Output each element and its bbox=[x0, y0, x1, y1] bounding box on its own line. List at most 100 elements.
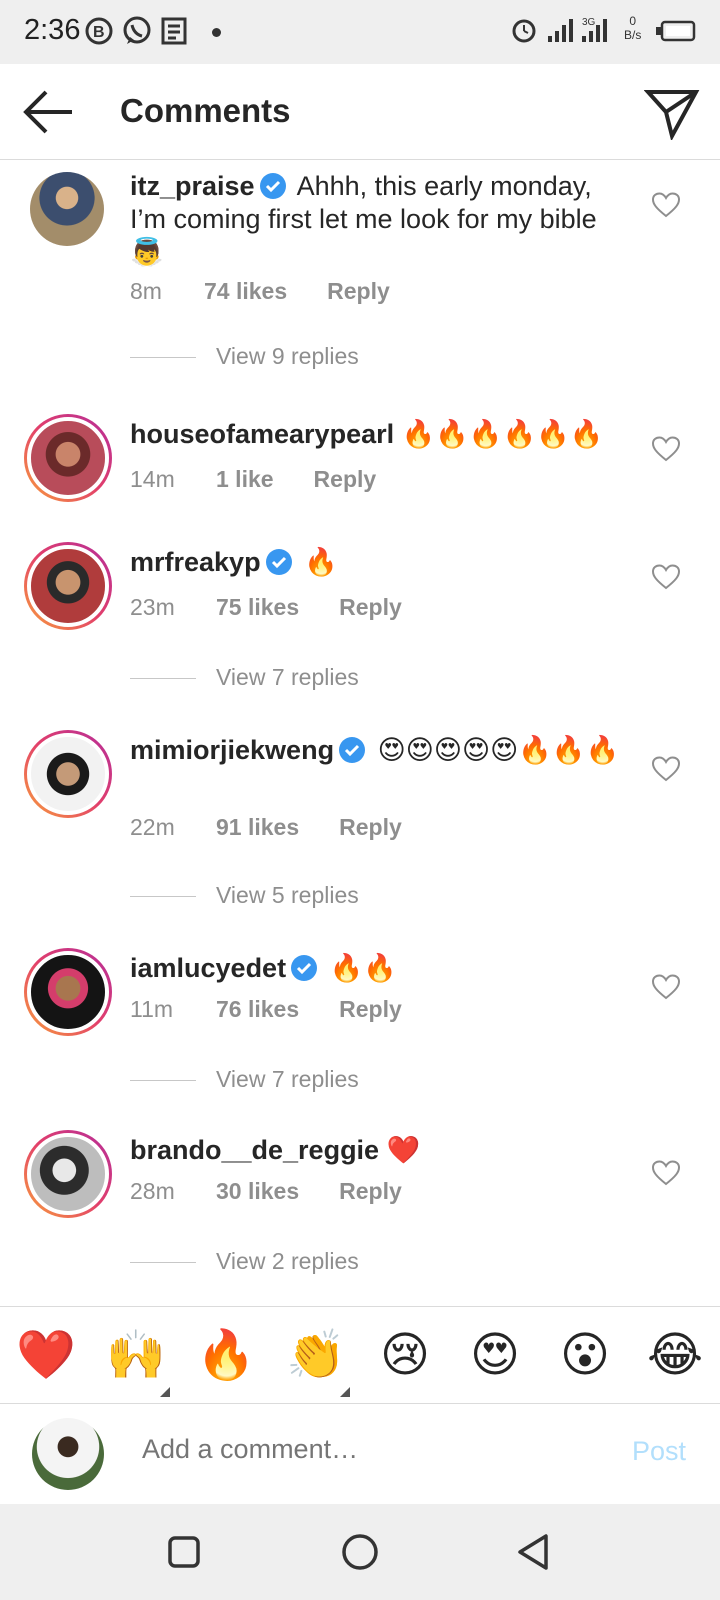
replies-divider bbox=[130, 1262, 196, 1264]
comment-text: 🔥🔥 bbox=[329, 953, 397, 983]
comment-text: 🔥 bbox=[304, 547, 338, 577]
comment-meta: 11m 76 likes Reply bbox=[130, 996, 402, 1023]
comment-item: mimiorjiekweng 😍😍😍😍😍🔥🔥🔥 22m 91 likes Reply… bbox=[0, 726, 720, 916]
replies-divider bbox=[130, 896, 196, 898]
comment-time: 8m bbox=[130, 278, 162, 304]
comment-likes[interactable]: 30 likes bbox=[216, 1178, 299, 1205]
svg-text:B: B bbox=[93, 24, 105, 41]
avatar[interactable] bbox=[24, 730, 112, 818]
heart-icon[interactable] bbox=[652, 756, 680, 782]
comment-input[interactable] bbox=[142, 1434, 582, 1465]
emoji-raised-hands[interactable]: 🙌 bbox=[106, 1327, 166, 1385]
view-replies-button[interactable]: View 7 replies bbox=[130, 664, 359, 691]
emoji-heart-eyes[interactable]: 😍 bbox=[466, 1327, 524, 1385]
comment-likes[interactable]: 76 likes bbox=[216, 996, 299, 1023]
emoji-bar: ❤️ 🙌 🔥 👏 😢 😍 😮 😂 bbox=[0, 1306, 720, 1404]
view-replies-label: View 7 replies bbox=[216, 664, 359, 690]
reply-button[interactable]: Reply bbox=[339, 814, 402, 841]
arrow-left-icon[interactable] bbox=[20, 88, 76, 136]
comment-time: 14m bbox=[130, 466, 175, 492]
back-nav-icon[interactable] bbox=[514, 1532, 554, 1572]
comment-username[interactable]: itz_praise bbox=[130, 171, 255, 201]
comment-item: houseofamearypearl 🔥🔥🔥🔥🔥🔥 14m 1 like Reply bbox=[0, 410, 720, 510]
heart-icon[interactable] bbox=[652, 436, 680, 462]
comment-meta: 22m 91 likes Reply bbox=[130, 814, 402, 841]
skin-tone-indicator-icon bbox=[340, 1387, 350, 1397]
alarm-icon bbox=[512, 19, 536, 43]
comment-likes[interactable]: 74 likes bbox=[204, 278, 287, 305]
avatar[interactable] bbox=[30, 172, 104, 246]
avatar[interactable] bbox=[24, 414, 112, 502]
comment-text-block: itz_praise Ahhh, this early monday, I’m … bbox=[130, 170, 630, 269]
notification-dot bbox=[212, 28, 221, 37]
current-user-avatar bbox=[32, 1418, 104, 1490]
news-icon bbox=[161, 17, 187, 45]
avatar[interactable] bbox=[24, 948, 112, 1036]
comment-username[interactable]: mimiorjiekweng bbox=[130, 735, 334, 765]
view-replies-button[interactable]: View 9 replies bbox=[130, 343, 359, 370]
comment-text: 🔥🔥🔥🔥🔥🔥 bbox=[401, 419, 604, 449]
comment-text-block: mimiorjiekweng 😍😍😍😍😍🔥🔥🔥 bbox=[130, 734, 630, 767]
skin-tone-indicator-icon bbox=[160, 1387, 170, 1397]
emoji-fire[interactable]: 🔥 bbox=[196, 1327, 256, 1385]
comment-item: mrfreakyp 🔥 23m 75 likes Reply View 7 repl… bbox=[0, 538, 720, 698]
comment-item: iamlucyedet 🔥🔥 11m 76 likes Reply View 7 r… bbox=[0, 944, 720, 1104]
comment-text-block: iamlucyedet 🔥🔥 bbox=[130, 952, 630, 985]
emoji-crying[interactable]: 😢 bbox=[376, 1327, 434, 1385]
emoji-heart[interactable]: ❤️ bbox=[16, 1327, 76, 1385]
signal-icon bbox=[548, 19, 573, 42]
comment-composer: Post bbox=[0, 1404, 720, 1504]
verified-badge-icon bbox=[265, 549, 292, 575]
network-speed: 0 B/s bbox=[624, 14, 641, 42]
comment-text-block: mrfreakyp 🔥 bbox=[130, 546, 630, 579]
comment-username[interactable]: iamlucyedet bbox=[130, 953, 286, 983]
comment-text: ❤️ bbox=[386, 1135, 421, 1165]
home-icon[interactable] bbox=[340, 1532, 380, 1572]
view-replies-button[interactable]: View 2 replies bbox=[130, 1248, 359, 1275]
comment-item: brando__de_reggie ❤️ 28m 30 likes Reply Vi… bbox=[0, 1130, 720, 1290]
avatar[interactable] bbox=[24, 542, 112, 630]
heart-icon[interactable] bbox=[652, 974, 680, 1000]
heart-icon[interactable] bbox=[652, 1160, 680, 1186]
replies-divider bbox=[130, 357, 196, 359]
emoji-clapping[interactable]: 👏 bbox=[286, 1327, 346, 1385]
recent-apps-icon[interactable] bbox=[164, 1532, 204, 1572]
verified-badge-icon bbox=[291, 955, 318, 981]
emoji-laughing[interactable]: 😂 bbox=[646, 1327, 704, 1385]
paper-plane-icon[interactable] bbox=[644, 84, 700, 140]
comment-meta: 23m 75 likes Reply bbox=[130, 594, 402, 621]
reply-button[interactable]: Reply bbox=[339, 996, 402, 1023]
comment-likes[interactable]: 91 likes bbox=[216, 814, 299, 841]
status-time: 2:36 bbox=[24, 14, 81, 46]
reply-button[interactable]: Reply bbox=[339, 1178, 402, 1205]
comment-username[interactable]: houseofamearypearl bbox=[130, 419, 394, 449]
view-replies-button[interactable]: View 5 replies bbox=[130, 882, 359, 909]
emoji-surprised[interactable]: 😮 bbox=[556, 1327, 614, 1385]
comment-likes[interactable]: 1 like bbox=[216, 466, 274, 493]
comment-text-block: houseofamearypearl 🔥🔥🔥🔥🔥🔥 bbox=[130, 418, 650, 451]
view-replies-label: View 5 replies bbox=[216, 882, 359, 908]
avatar[interactable] bbox=[24, 1130, 112, 1218]
post-button[interactable]: Post bbox=[632, 1436, 686, 1467]
status-bar: 2:36 B 3G 0 B/s bbox=[0, 0, 720, 64]
heart-icon[interactable] bbox=[652, 564, 680, 590]
reply-button[interactable]: Reply bbox=[327, 278, 390, 305]
navigation-bar bbox=[0, 1504, 720, 1600]
signal-3g-icon: 3G bbox=[582, 17, 607, 42]
reply-button[interactable]: Reply bbox=[314, 466, 377, 493]
reply-button[interactable]: Reply bbox=[339, 594, 402, 621]
comment-username[interactable]: mrfreakyp bbox=[130, 547, 261, 577]
comment-time: 22m bbox=[130, 814, 175, 840]
comment-username[interactable]: brando__de_reggie bbox=[130, 1135, 379, 1165]
replies-divider bbox=[130, 678, 196, 680]
network-speed-unit: B/s bbox=[624, 28, 642, 42]
app-header: Comments bbox=[0, 64, 720, 160]
comment-time: 23m bbox=[130, 594, 175, 620]
comment-meta: 28m 30 likes Reply bbox=[130, 1178, 402, 1205]
comment-item: itz_praise Ahhh, this early monday, I’m … bbox=[0, 160, 720, 390]
heart-icon[interactable] bbox=[652, 192, 680, 218]
view-replies-button[interactable]: View 7 replies bbox=[130, 1066, 359, 1093]
comment-likes[interactable]: 75 likes bbox=[216, 594, 299, 621]
network-type-label: 3G bbox=[582, 17, 596, 28]
battery-icon bbox=[656, 20, 696, 42]
